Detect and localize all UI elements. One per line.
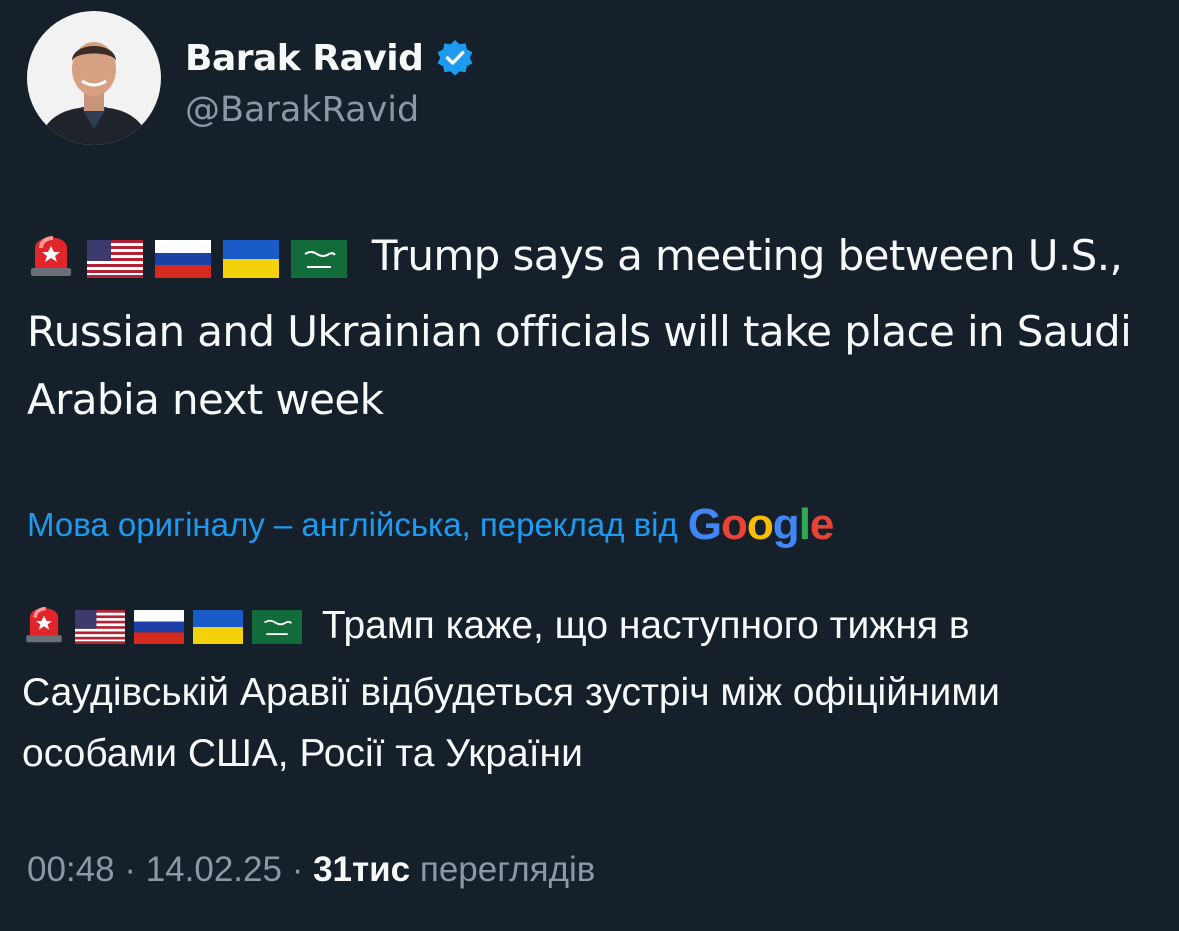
saudi-flag-emoji bbox=[291, 230, 347, 298]
russia-flag-emoji bbox=[155, 230, 211, 298]
emoji-row bbox=[27, 231, 372, 280]
author-avatar[interactable] bbox=[27, 11, 161, 145]
author-display-name[interactable]: Barak Ravid bbox=[185, 38, 424, 79]
russia-flag-emoji bbox=[134, 601, 184, 662]
saudi-flag-emoji bbox=[252, 601, 302, 662]
tweet-body: Trump says a meeting between U.S., Russi… bbox=[27, 222, 1157, 434]
translation-attribution: Мова оригіналу – англійська, переклад ві… bbox=[27, 500, 835, 550]
meta-separator: · bbox=[124, 850, 136, 889]
translation-label[interactable]: Мова оригіналу – англійська, переклад ві… bbox=[27, 506, 678, 544]
meta-separator: · bbox=[291, 850, 304, 889]
tweet-header: Barak Ravid @BarakRavid bbox=[27, 11, 475, 145]
rotating-light-emoji bbox=[27, 226, 75, 298]
verified-badge-icon bbox=[435, 38, 475, 78]
tweet-meta: 00:48 · 14.02.25 · 31тис переглядів bbox=[27, 850, 595, 890]
us-flag-emoji bbox=[87, 230, 143, 298]
views-count[interactable]: 31тис bbox=[313, 850, 410, 889]
views-label: переглядів bbox=[419, 850, 596, 889]
ukraine-flag-emoji bbox=[193, 601, 243, 662]
translated-body: Трамп каже, що наступного тижня в Саудів… bbox=[22, 595, 1162, 784]
us-flag-emoji bbox=[75, 601, 125, 662]
ukraine-flag-emoji bbox=[223, 230, 279, 298]
tweet-date[interactable]: 14.02.25 bbox=[146, 850, 282, 889]
author-handle[interactable]: @BarakRavid bbox=[185, 90, 475, 130]
google-logo: Google bbox=[687, 500, 835, 549]
tweet-time[interactable]: 00:48 bbox=[27, 850, 115, 889]
translated-emoji-row bbox=[22, 604, 322, 647]
rotating-light-emoji bbox=[22, 598, 66, 662]
